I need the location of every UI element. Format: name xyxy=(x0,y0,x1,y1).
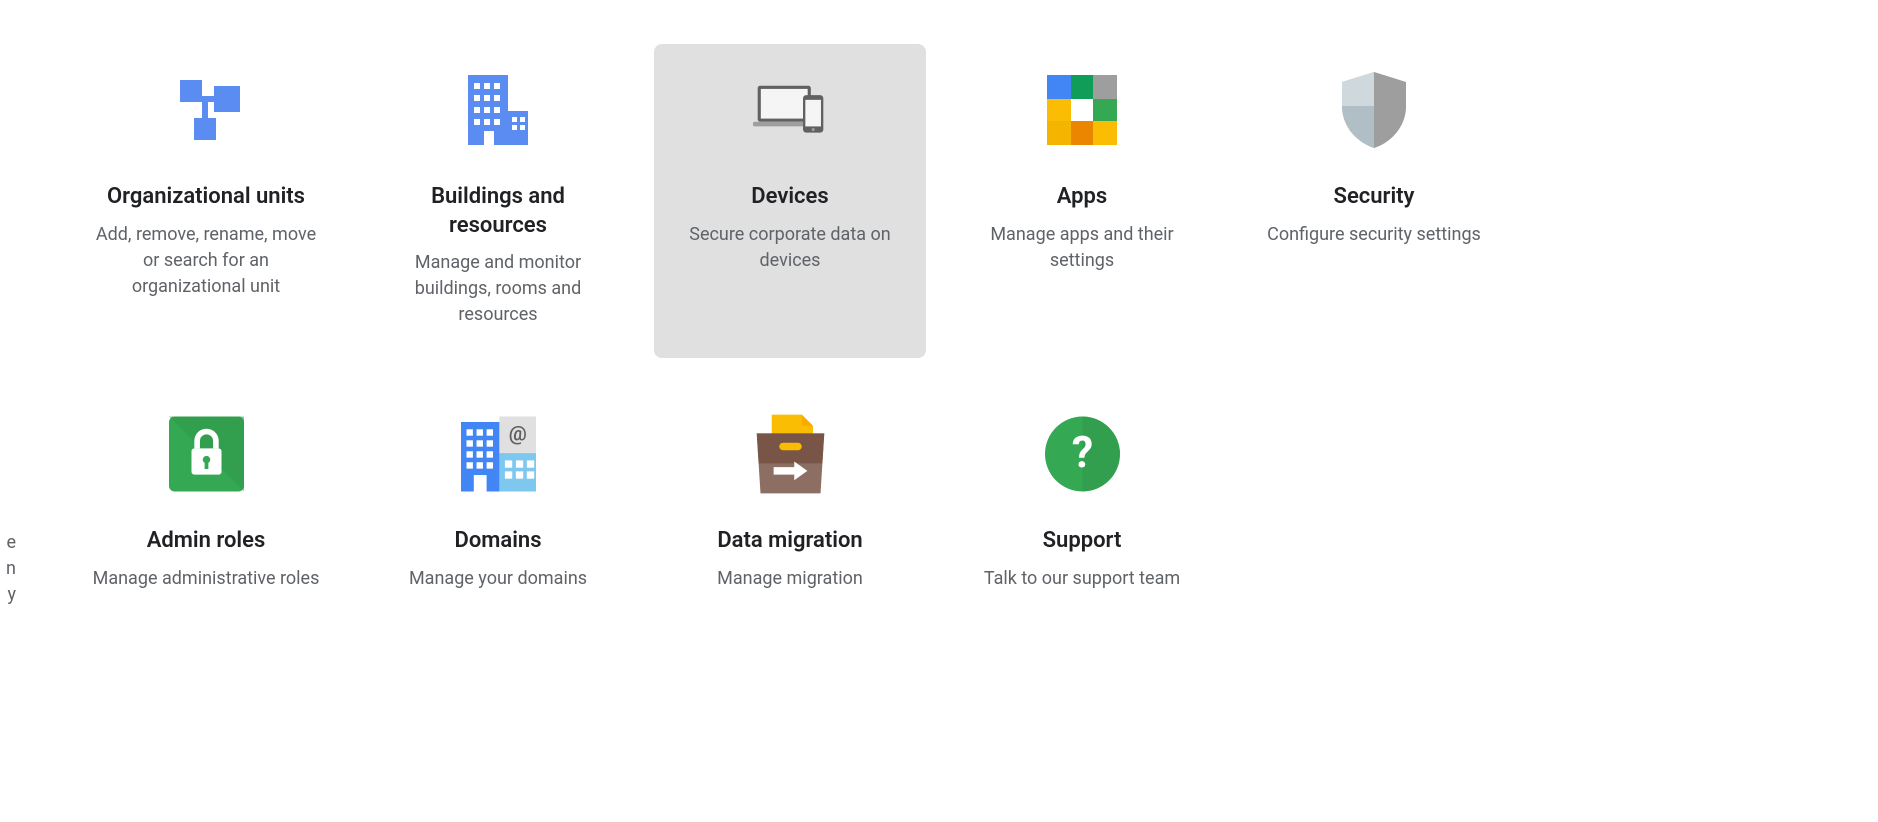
shield-icon xyxy=(1337,72,1412,147)
card-buildings-resources[interactable]: Buildings and resources Manage and monit… xyxy=(362,44,634,358)
card-admin-roles[interactable]: Admin roles Manage administrative roles xyxy=(70,388,342,622)
svg-text:@: @ xyxy=(508,421,526,445)
cropped-card-text: e n y xyxy=(0,530,16,608)
card-organizational-units[interactable]: Organizational units Add, remove, rename… xyxy=(70,44,342,358)
lock-icon xyxy=(169,416,244,491)
apps-icon xyxy=(1045,72,1120,147)
card-title: Data migration xyxy=(717,527,862,556)
card-desc: Manage administrative roles xyxy=(93,566,320,592)
card-title: Security xyxy=(1334,183,1415,212)
card-title: Admin roles xyxy=(147,527,266,556)
card-support[interactable]: ? Support Talk to our support team xyxy=(946,388,1218,622)
card-security[interactable]: Security Configure security settings xyxy=(1238,44,1510,358)
card-desc: Manage and monitor buildings, rooms and … xyxy=(382,250,614,328)
svg-text:?: ? xyxy=(1071,427,1092,478)
card-data-migration[interactable]: Data migration Manage migration xyxy=(654,388,926,622)
org-units-icon xyxy=(169,72,244,147)
card-title: Devices xyxy=(751,183,828,212)
card-title: Support xyxy=(1043,527,1122,556)
card-devices[interactable]: Devices Secure corporate data on devices xyxy=(654,44,926,358)
support-icon: ? xyxy=(1045,416,1120,491)
admin-cards-grid: Organizational units Add, remove, rename… xyxy=(70,44,1510,622)
card-title: Domains xyxy=(454,527,541,556)
card-desc: Secure corporate data on devices xyxy=(674,222,906,274)
card-title: Apps xyxy=(1057,183,1107,212)
card-title: Organizational units xyxy=(107,183,305,212)
card-desc: Add, remove, rename, move or search for … xyxy=(90,222,322,300)
card-desc: Manage apps and their settings xyxy=(966,222,1198,274)
card-desc: Manage migration xyxy=(717,566,863,592)
card-title: Buildings and resources xyxy=(382,183,614,240)
card-domains[interactable]: @ Domains Manage your domains xyxy=(362,388,634,622)
card-apps[interactable]: Apps Manage apps and their settings xyxy=(946,44,1218,358)
migration-icon xyxy=(753,416,828,491)
card-desc: Configure security settings xyxy=(1267,222,1481,248)
devices-icon xyxy=(753,72,828,147)
domains-icon: @ xyxy=(461,416,536,491)
card-desc: Manage your domains xyxy=(409,566,587,592)
card-desc: Talk to our support team xyxy=(984,566,1180,592)
buildings-icon xyxy=(461,72,536,147)
